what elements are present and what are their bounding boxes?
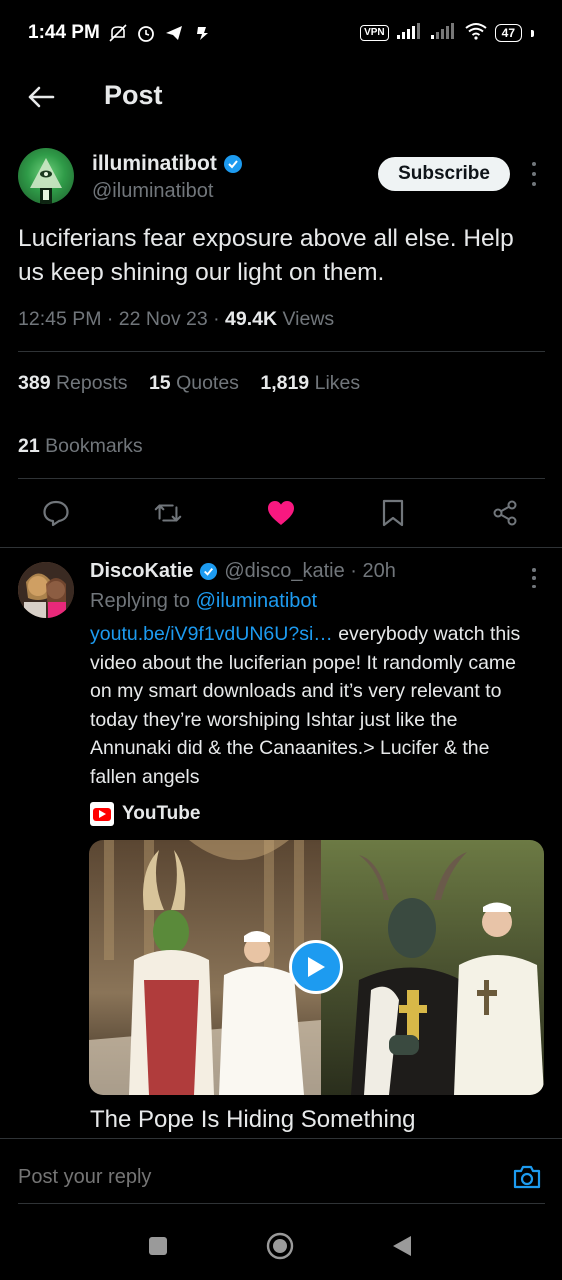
more-dot bbox=[532, 162, 536, 166]
link-source-name: YouTube bbox=[122, 803, 201, 824]
reposts-stat[interactable]: 389 Reposts bbox=[18, 372, 128, 394]
recent-apps-icon[interactable] bbox=[144, 1232, 172, 1260]
reply-text: youtu.be/iV9f1vdUN6U?si… everybody watch… bbox=[90, 620, 540, 791]
likes-label: Likes bbox=[314, 372, 361, 394]
divider bbox=[18, 478, 545, 479]
back-arrow-icon[interactable] bbox=[24, 80, 58, 114]
views-label: Views bbox=[277, 308, 335, 330]
avatar[interactable] bbox=[18, 148, 74, 204]
author-name[interactable]: illuminatibot bbox=[92, 152, 243, 176]
profile-photo-icon bbox=[18, 562, 74, 618]
avatar[interactable] bbox=[18, 562, 74, 618]
verified-badge-icon bbox=[200, 562, 218, 581]
more-dot bbox=[532, 172, 536, 176]
illuminati-pyramid-icon bbox=[30, 158, 62, 204]
camera-icon[interactable] bbox=[512, 1163, 542, 1191]
repost-icon[interactable] bbox=[153, 498, 183, 528]
reply-author-name[interactable]: DiscoKatie bbox=[90, 560, 193, 583]
main-post: illuminatibot @iluminatibot Subscribe Lu… bbox=[18, 148, 544, 330]
battery-tip bbox=[531, 29, 534, 37]
share-icon[interactable] bbox=[490, 498, 520, 528]
likes-count: 1,819 bbox=[260, 372, 310, 394]
link-source: YouTube bbox=[90, 802, 200, 826]
post-actions bbox=[0, 494, 562, 534]
bookmarks-stat[interactable]: 21 Bookmarks bbox=[18, 435, 143, 458]
divider bbox=[18, 351, 545, 352]
reply-handle-time[interactable]: @disco_katie · 20h bbox=[224, 560, 396, 583]
likes-stat[interactable]: 1,819 Likes bbox=[260, 372, 360, 394]
reposts-count: 389 bbox=[18, 372, 51, 394]
reposts-label: Reposts bbox=[55, 372, 128, 394]
battery-icon: 47 bbox=[494, 24, 522, 42]
divider bbox=[0, 547, 562, 548]
battery-level: 47 bbox=[501, 26, 515, 40]
bookmark-icon[interactable] bbox=[378, 498, 408, 528]
quotes-label: Quotes bbox=[176, 372, 239, 394]
play-button-icon[interactable] bbox=[289, 940, 343, 994]
more-dot bbox=[532, 568, 536, 572]
wifi-icon bbox=[465, 22, 487, 45]
system-nav-bar bbox=[0, 1212, 562, 1280]
top-header: Post bbox=[0, 66, 562, 128]
more-options-icon[interactable] bbox=[530, 568, 538, 588]
notification-icon bbox=[192, 23, 212, 43]
replying-to: Replying to @iluminatibot bbox=[90, 590, 317, 613]
more-dot bbox=[532, 584, 536, 588]
alarm-icon bbox=[136, 23, 156, 43]
status-right: VPN 47 bbox=[360, 22, 534, 45]
subscribe-button[interactable]: Subscribe bbox=[378, 157, 510, 191]
author-row: illuminatibot @iluminatibot Subscribe bbox=[18, 148, 544, 216]
telegram-icon bbox=[164, 23, 184, 43]
bookmarks-label: Bookmarks bbox=[45, 435, 143, 457]
post-timestamp[interactable]: 12:45 PM · 22 Nov 23 · bbox=[18, 308, 225, 330]
like-heart-icon[interactable] bbox=[266, 498, 296, 528]
home-icon[interactable] bbox=[266, 1232, 294, 1260]
quotes-count: 15 bbox=[148, 372, 171, 394]
status-time: 1:44 PM bbox=[28, 22, 100, 43]
reply-body-text: everybody watch this video about the luc… bbox=[90, 623, 521, 788]
reply-icon[interactable] bbox=[41, 498, 71, 528]
page-title: Post bbox=[104, 80, 163, 110]
video-link[interactable]: youtu.be/iV9f1vdUN6U?si… bbox=[90, 623, 333, 645]
video-thumbnail[interactable] bbox=[89, 840, 544, 1095]
mute-icon bbox=[108, 23, 128, 43]
views-count: 49.4K bbox=[225, 308, 278, 330]
bookmarks-count: 21 bbox=[18, 435, 40, 457]
back-triangle-icon[interactable] bbox=[388, 1232, 416, 1260]
signal-icon bbox=[396, 22, 423, 44]
video-title[interactable]: The Pope Is Hiding Something bbox=[90, 1106, 416, 1134]
replying-prefix: Replying to bbox=[90, 590, 196, 612]
more-options-icon[interactable] bbox=[526, 162, 542, 186]
youtube-logo-icon bbox=[90, 802, 114, 826]
quotes-stat[interactable]: 15 Quotes bbox=[149, 372, 239, 394]
post-text: Luciferians fear exposure above all else… bbox=[18, 225, 514, 286]
reply-input[interactable] bbox=[18, 1166, 458, 1189]
engagement-stats: 389 Reposts 15 Quotes 1,819 Likes bbox=[18, 372, 376, 395]
more-dot bbox=[532, 576, 536, 580]
signal-icon bbox=[430, 22, 457, 44]
status-bar: 1:44 PM VPN 47 bbox=[0, 0, 562, 66]
reply-header: DiscoKatie @disco_katie · 20h bbox=[90, 560, 396, 583]
replying-to-handle-link[interactable]: @iluminatibot bbox=[196, 590, 317, 612]
more-dot bbox=[532, 182, 536, 186]
vpn-badge: VPN bbox=[360, 25, 389, 41]
verified-badge-icon bbox=[223, 155, 242, 173]
author-name-text: illuminatibot bbox=[92, 152, 217, 175]
author-handle[interactable]: @iluminatibot bbox=[92, 180, 213, 203]
reply-composer bbox=[0, 1138, 562, 1204]
status-left-icons bbox=[108, 23, 212, 43]
post-meta: 12:45 PM · 22 Nov 23 · 49.4K Views bbox=[18, 308, 334, 331]
composer-underline bbox=[18, 1203, 545, 1204]
